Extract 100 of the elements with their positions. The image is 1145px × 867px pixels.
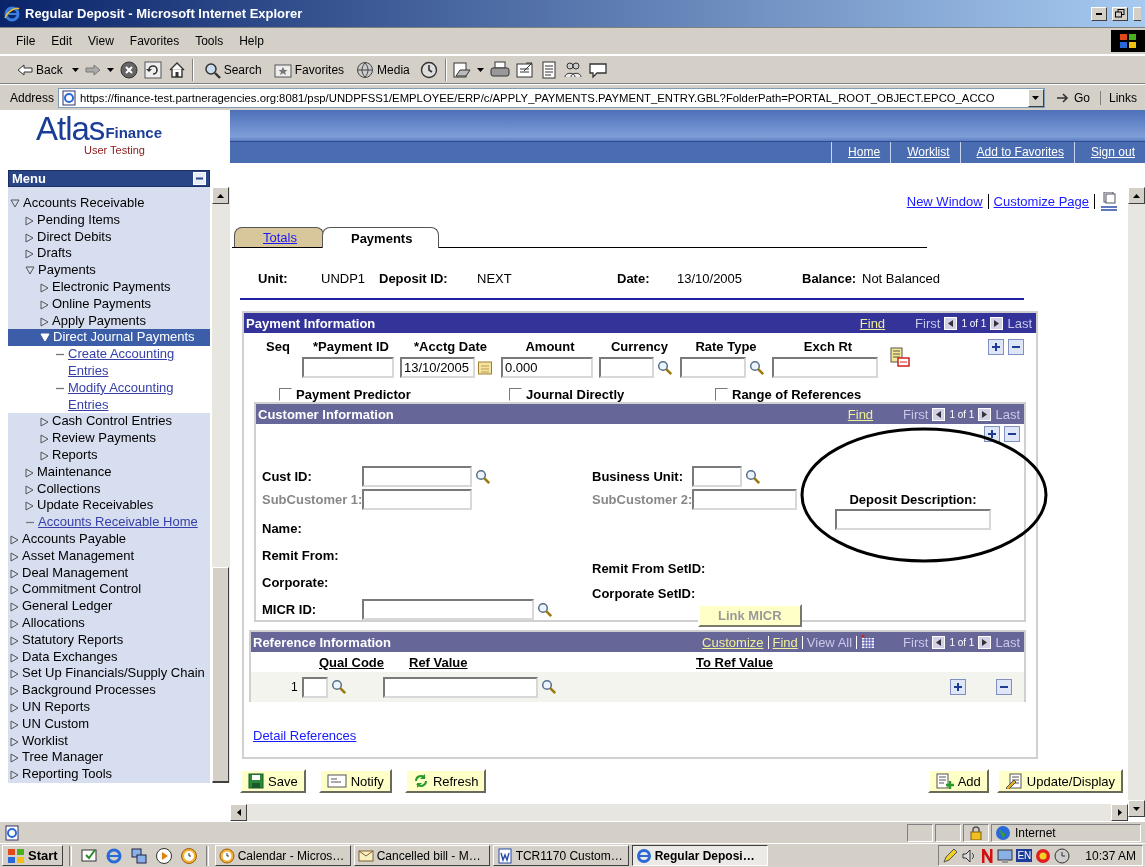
menu-item[interactable]: Allocations xyxy=(8,614,210,632)
collapsed-triangle-icon[interactable] xyxy=(10,568,19,579)
horizontal-scrollbar[interactable] xyxy=(230,804,1128,821)
collapsed-triangle-icon[interactable] xyxy=(25,467,34,478)
menu-item[interactable]: General Ledger xyxy=(8,598,210,615)
menu-item[interactable]: Edit xyxy=(43,31,81,51)
find-link[interactable]: Find xyxy=(847,406,874,422)
dropdown-caret-icon[interactable] xyxy=(106,67,114,72)
minimize-button[interactable] xyxy=(1091,6,1107,21)
text-field[interactable] xyxy=(692,466,742,487)
menu-item[interactable]: Asset Management xyxy=(8,547,210,565)
search-button[interactable]: Search xyxy=(199,58,265,81)
checkbox[interactable] xyxy=(509,388,522,401)
speech-bubble-icon[interactable] xyxy=(587,60,608,79)
menu-item[interactable]: Deal Management xyxy=(8,564,210,582)
delete-row-button[interactable] xyxy=(1008,339,1024,355)
up-arrow-icon[interactable] xyxy=(1133,193,1140,198)
go-button[interactable]: Go xyxy=(1048,90,1101,105)
header-link[interactable]: Sign out xyxy=(1073,142,1145,163)
back-button[interactable]: Back xyxy=(14,60,66,79)
grid-icon[interactable] xyxy=(861,635,876,649)
toolbar-button[interactable]: Update/Display xyxy=(996,769,1123,793)
collapsed-triangle-icon[interactable] xyxy=(10,719,19,730)
text-field[interactable] xyxy=(680,357,746,378)
tab[interactable]: Totals xyxy=(234,227,324,247)
menu-item[interactable]: Commitment Control xyxy=(8,581,210,599)
column-header[interactable]: To Ref Value xyxy=(696,654,774,670)
vertical-scrollbar[interactable] xyxy=(1128,187,1145,817)
start-button[interactable]: Start xyxy=(2,845,63,866)
collapsed-triangle-icon[interactable] xyxy=(40,450,49,461)
collapsed-triangle-icon[interactable] xyxy=(10,753,19,764)
add-row-button[interactable] xyxy=(950,679,966,695)
search-icon[interactable] xyxy=(330,679,347,695)
address-field[interactable]: https://finance-test.partneragencies.org:8081/psp/UNDPFSS1/EMPLOYEE/ERP/c/APPLY_PAYMENTS.PAYMENT_ENTRY.GBL?FolderPath=PORTAL_ROOT_OBJECT.EPCO_ACCO xyxy=(58,87,1045,108)
menu-item[interactable]: Accounts Payable xyxy=(8,530,210,548)
collapsed-triangle-icon[interactable] xyxy=(10,618,19,629)
edit-icon[interactable] xyxy=(515,60,534,79)
menu-item[interactable]: Drafts xyxy=(8,245,210,263)
collapsed-triangle-icon[interactable] xyxy=(40,299,49,310)
menu-item[interactable]: UN Custom xyxy=(8,715,210,733)
last-link[interactable]: Last xyxy=(1007,315,1032,331)
menu-link[interactable]: Modify Accounting Entries xyxy=(8,379,210,414)
play-icon[interactable] xyxy=(154,846,173,865)
search-icon[interactable] xyxy=(657,359,673,376)
collapsed-triangle-icon[interactable] xyxy=(10,702,19,713)
pencil-icon[interactable] xyxy=(942,847,959,864)
browser-icon[interactable] xyxy=(104,846,123,865)
header-link[interactable]: Worklist xyxy=(890,142,960,163)
menu-item[interactable]: Reports xyxy=(8,446,210,464)
dropdown-caret-icon[interactable] xyxy=(71,67,79,72)
menu-item[interactable]: Accounts Receivable xyxy=(8,195,210,212)
text-field[interactable] xyxy=(302,357,394,378)
printer-icon[interactable] xyxy=(489,60,510,79)
menu-item[interactable]: Background Processes xyxy=(8,682,210,699)
text-field[interactable]: 0.000 xyxy=(501,357,593,378)
menu-link[interactable]: Create Accounting Entries xyxy=(8,346,210,380)
header-link[interactable]: Add to Favorites xyxy=(959,142,1074,163)
menu-link[interactable]: Accounts Receivable Home xyxy=(8,514,210,531)
collapsed-triangle-icon[interactable] xyxy=(10,602,19,613)
menu-item[interactable]: Payments xyxy=(8,262,210,279)
collapsed-triangle-icon[interactable] xyxy=(10,534,19,545)
collapsed-triangle-icon[interactable] xyxy=(40,417,49,428)
clock-icon[interactable] xyxy=(1054,847,1071,864)
search-icon[interactable] xyxy=(537,601,553,618)
menu-item[interactable]: Set Up Financials/Supply Chain xyxy=(8,665,210,683)
history-icon[interactable] xyxy=(418,60,439,79)
up-arrow-icon[interactable] xyxy=(217,193,224,198)
media-button[interactable]: Media xyxy=(353,58,413,81)
first-link[interactable]: First xyxy=(915,315,941,331)
toolbar-button[interactable]: Save xyxy=(240,769,306,793)
document-icon[interactable] xyxy=(539,60,558,79)
delete-row-button[interactable] xyxy=(996,679,1012,695)
menu-item[interactable]: Direct Debits xyxy=(8,228,210,246)
close-button[interactable] xyxy=(1133,6,1141,21)
collapse-icon[interactable] xyxy=(193,172,206,185)
header-link[interactable]: Home xyxy=(831,142,891,163)
delete-row-button[interactable] xyxy=(1004,426,1020,442)
expanded-triangle-icon[interactable] xyxy=(10,199,20,208)
menu-item[interactable]: Data Exchanges xyxy=(8,648,210,666)
dropdown-caret-icon[interactable] xyxy=(476,67,484,72)
desktop-icon[interactable] xyxy=(79,846,98,865)
favorites-button[interactable]: Favorites xyxy=(270,59,348,80)
search-icon[interactable] xyxy=(749,359,765,376)
column-header[interactable]: Ref Value xyxy=(409,654,696,670)
left-arrow-icon[interactable] xyxy=(236,809,241,816)
toolbar-button[interactable]: Refresh xyxy=(404,769,487,793)
taskbar-button[interactable]: Regular Deposi… xyxy=(631,845,768,866)
menu-item[interactable]: Maintenance xyxy=(8,463,210,481)
tab[interactable]: Payments xyxy=(321,227,440,248)
new-window-link[interactable]: New Window xyxy=(906,194,983,209)
collapsed-triangle-icon[interactable] xyxy=(40,283,49,293)
right-arrow-icon[interactable] xyxy=(1117,809,1122,816)
monitor-icon[interactable] xyxy=(997,847,1014,864)
collapsed-triangle-icon[interactable] xyxy=(25,232,34,243)
taskbar-button[interactable]: Calendar - Micros… xyxy=(214,845,351,866)
menu-item[interactable]: File xyxy=(8,31,44,51)
collapsed-triangle-icon[interactable] xyxy=(25,215,34,226)
menu-item[interactable]: Statutory Reports xyxy=(8,631,210,649)
menu-item[interactable]: Review Payments xyxy=(8,430,210,447)
menu-item[interactable]: Collections xyxy=(8,480,210,498)
